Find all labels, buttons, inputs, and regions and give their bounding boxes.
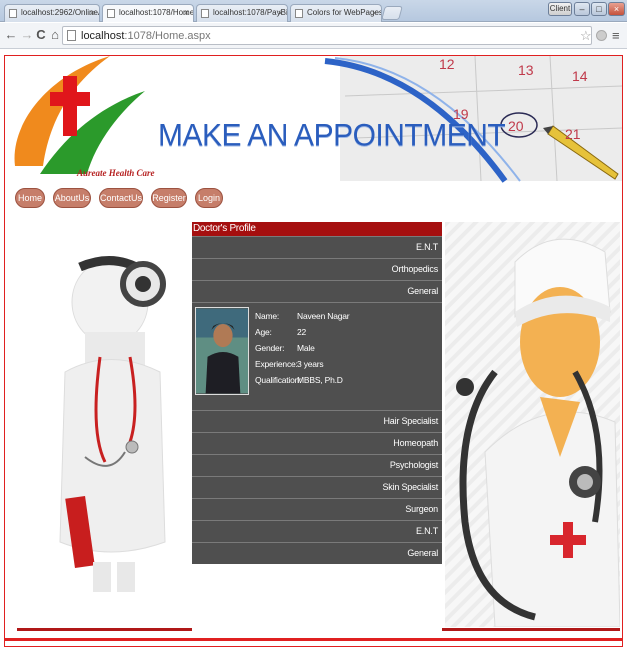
back-icon[interactable]: ←: [3, 27, 19, 43]
close-tab-icon[interactable]: ×: [278, 5, 283, 21]
profile-title: Doctor's Profile: [192, 222, 442, 236]
page-favicon-icon: [9, 9, 17, 18]
doctor-age: 22: [297, 327, 307, 337]
qualification-label: Qualification:: [255, 375, 302, 385]
new-tab-button[interactable]: [381, 6, 403, 20]
doctor-detail-card: Name: Naveen Nagar Age: 22 Gender: Male Exp…: [192, 302, 442, 410]
tab-title: localhost:2962/OnlineApp: [21, 8, 99, 17]
page-icon: [67, 30, 76, 41]
experience-label: Experience:: [255, 359, 298, 369]
minimize-button[interactable]: –: [574, 2, 590, 16]
doctor-gender: Male: [297, 343, 315, 353]
calendar-number: 12: [439, 56, 455, 72]
calendar-number: 14: [572, 68, 588, 84]
age-label: Age:: [255, 327, 272, 337]
nav-contactus-button[interactable]: ContactUs: [99, 188, 143, 208]
user-profile-button[interactable]: Client: [548, 2, 572, 16]
doctor-experience: 3 years: [297, 359, 324, 369]
page-favicon-icon: [295, 9, 303, 18]
main-nav: Home AboutUs ContactUs Register Login: [5, 184, 622, 214]
nurse-figure-illustration: [445, 222, 620, 627]
calendar-number: 20: [508, 118, 524, 134]
doctor-info: Name: Naveen Nagar Age: 22 Gender: Male Exp…: [255, 308, 350, 388]
banner-title: MAKE AN APPOINTMENT: [158, 118, 506, 153]
name-label: Name:: [255, 311, 280, 321]
browser-tab-3[interactable]: localhost:1078/PayBill.asp ×: [196, 4, 288, 22]
specialty-item[interactable]: Hair Specialist: [192, 410, 442, 432]
browser-tab-4[interactable]: Colors for WebPages ×: [290, 4, 382, 22]
specialty-item[interactable]: Skin Specialist: [192, 476, 442, 498]
calendar-number: 13: [518, 62, 534, 78]
nav-register-button[interactable]: Register: [151, 188, 187, 208]
specialty-item[interactable]: E.N.T: [192, 236, 442, 258]
specialty-item[interactable]: Psychologist: [192, 454, 442, 476]
page-favicon-icon: [201, 9, 209, 18]
specialty-item[interactable]: Surgeon: [192, 498, 442, 520]
doctor-profile-panel: Doctor's Profile E.N.T Orthopedics Gener…: [192, 222, 442, 564]
close-window-button[interactable]: ×: [608, 2, 625, 16]
specialty-item[interactable]: Homeopath: [192, 432, 442, 454]
nav-login-button[interactable]: Login: [195, 188, 223, 208]
home-icon[interactable]: ⌂: [47, 27, 63, 43]
specialty-item[interactable]: General: [192, 542, 442, 564]
page-favicon-icon: [107, 9, 115, 18]
specialty-item[interactable]: Orthopedics: [192, 258, 442, 280]
url-text: localhost:1078/Home.aspx: [81, 30, 211, 42]
footer-divider: [17, 628, 192, 631]
maximize-button[interactable]: □: [591, 2, 607, 16]
doctor-figure-illustration: [59, 256, 166, 592]
tab-strip: localhost:2962/OnlineApp × localhost:107…: [0, 0, 627, 22]
specialty-item[interactable]: General: [192, 280, 442, 302]
main-content: Doctor's Profile E.N.T Orthopedics Gener…: [5, 214, 622, 646]
browser-tab-1[interactable]: localhost:2962/OnlineApp ×: [4, 4, 100, 22]
menu-icon[interactable]: ≡: [612, 28, 620, 43]
footer-divider: [442, 628, 620, 631]
web-page: 12 13 14 19 20 21 MAKE AN APPOINTMENT Au…: [4, 55, 623, 647]
close-tab-icon[interactable]: ×: [372, 5, 377, 21]
address-bar[interactable]: localhost:1078/Home.aspx: [62, 26, 592, 45]
doctor-name: Naveen Nagar: [297, 311, 350, 321]
close-tab-icon[interactable]: ×: [184, 5, 189, 21]
specialty-item[interactable]: E.N.T: [192, 520, 442, 542]
site-header: 12 13 14 19 20 21 MAKE AN APPOINTMENT Au…: [5, 56, 622, 184]
close-tab-icon[interactable]: ×: [90, 5, 95, 21]
brand-name: Aureate Health Care: [77, 168, 155, 178]
page-bottom-border: [5, 638, 622, 641]
doctor-photo: [195, 307, 249, 395]
browser-toolbar: ← → C ⌂ localhost:1078/Home.aspx ☆ ≡: [0, 23, 627, 49]
browser-tab-2[interactable]: localhost:1078/Home.aspx ×: [102, 4, 194, 22]
bookmark-star-icon[interactable]: ☆: [580, 28, 592, 44]
nav-home-button[interactable]: Home: [15, 188, 45, 208]
nav-aboutus-button[interactable]: AboutUs: [53, 188, 91, 208]
calendar-number: 21: [565, 126, 581, 142]
gender-label: Gender:: [255, 343, 285, 353]
doctor-qualification: MBBS, Ph.D: [297, 375, 343, 385]
extension-icon[interactable]: [596, 30, 607, 41]
